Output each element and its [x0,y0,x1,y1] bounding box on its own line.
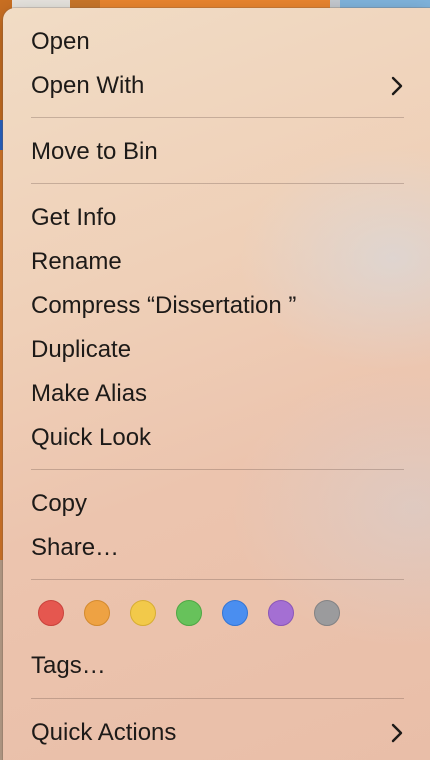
tag-color-yellow[interactable] [130,600,156,626]
menu-separator [31,579,404,580]
menu-item-label: Get Info [31,204,117,231]
menu-item-label: Move to Bin [31,138,158,165]
menu-item-open-with[interactable]: Open With [3,64,430,108]
chevron-right-icon [391,723,403,743]
menu-item-label: Duplicate [31,336,132,363]
menu-item-quick-actions[interactable]: Quick Actions [3,711,430,755]
menu-item-label: Open With [31,72,145,99]
menu-item-make-alias[interactable]: Make Alias [3,372,430,416]
menu-separator [31,117,404,118]
menu-item-label: Share… [31,534,120,561]
menu-item-label: Quick Look [31,424,152,451]
menu-separator [31,469,404,470]
tag-color-blue[interactable] [222,600,248,626]
menu-separator [31,183,404,184]
menu-item-get-info[interactable]: Get Info [3,196,430,240]
menu-item-copy[interactable]: Copy [3,482,430,526]
menu-item-label: Copy [31,490,88,517]
context-menu: Open Open With Move to Bin Get Info Rena… [3,8,430,760]
menu-item-label: Quick Actions [31,719,177,746]
menu-item-rename[interactable]: Rename [3,240,430,284]
menu-item-label: Tags… [31,652,106,679]
chevron-right-icon [391,76,403,96]
menu-item-open[interactable]: Open [3,20,430,64]
tag-color-green[interactable] [176,600,202,626]
menu-item-tags[interactable]: Tags… [3,644,430,688]
menu-item-label: Rename [31,248,122,275]
tag-color-gray[interactable] [314,600,340,626]
menu-item-duplicate[interactable]: Duplicate [3,328,430,372]
menu-item-share[interactable]: Share… [3,526,430,570]
menu-item-quick-look[interactable]: Quick Look [3,416,430,460]
menu-item-move-to-bin[interactable]: Move to Bin [3,130,430,174]
tag-color-purple[interactable] [268,600,294,626]
tag-color-red[interactable] [38,600,64,626]
menu-item-label: Compress “Dissertation ” [31,292,297,319]
tag-color-orange[interactable] [84,600,110,626]
menu-item-label: Open [31,28,90,55]
menu-item-compress[interactable]: Compress “Dissertation ” [3,284,430,328]
menu-item-label: Make Alias [31,380,148,407]
tag-color-picker [38,600,340,628]
menu-separator [31,698,404,699]
